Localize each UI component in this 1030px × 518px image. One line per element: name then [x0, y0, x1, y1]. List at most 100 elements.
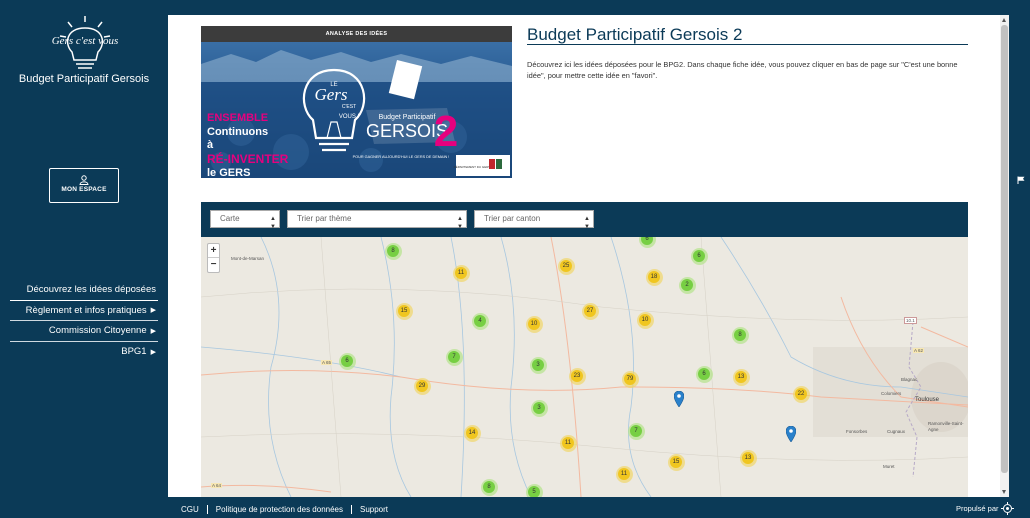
hero-line5: le GERS	[207, 167, 250, 178]
map-cluster-marker[interactable]: 6	[338, 352, 356, 370]
map-cluster-count: 11	[618, 468, 630, 480]
map-cluster-marker[interactable]: 5	[525, 483, 543, 497]
map-label-road: 10.1	[904, 317, 917, 324]
footer-links: CGU Politique de protection des données …	[168, 501, 396, 518]
map-cluster-marker[interactable]: 11	[559, 434, 577, 452]
map-cluster-marker[interactable]: 8	[480, 478, 498, 496]
scrollbar-thumb[interactable]	[1001, 25, 1008, 473]
ideas-map[interactable]: Mont-de-Marsan Toulouse Blagnac Colomier…	[201, 237, 968, 497]
map-cluster-marker[interactable]: 13	[732, 368, 750, 386]
sidebar-nav: Découvrez les idées déposées Règlement e…	[10, 280, 158, 362]
title-divider	[527, 44, 968, 45]
map-cluster-marker[interactable]: 15	[395, 302, 413, 320]
map-cluster-marker[interactable]: 25	[557, 257, 575, 275]
hero-line3: à	[207, 139, 214, 151]
nav-item-bpg1[interactable]: BPG1 ▶	[10, 342, 158, 363]
map-cluster-marker[interactable]: 27	[581, 302, 599, 320]
zoom-control: + −	[207, 243, 220, 273]
nav-item-rules[interactable]: Règlement et infos pratiques ▶	[10, 301, 158, 321]
map-label-blagnac: Blagnac	[901, 377, 918, 382]
map-cluster-count: 8	[387, 245, 399, 257]
page-title: Budget Participatif Gersois 2	[527, 25, 743, 44]
map-cluster-count: 13	[742, 452, 754, 464]
map-cluster-marker[interactable]: 7	[627, 422, 645, 440]
map-cluster-marker[interactable]: 10	[525, 315, 543, 333]
hero-top-label: ANALYSE DES IDÉES	[201, 26, 512, 42]
map-cluster-count: 14	[466, 427, 478, 439]
map-cluster-marker[interactable]: 29	[413, 377, 431, 395]
map-cluster-marker[interactable]: 6	[638, 237, 656, 248]
map-cluster-count: 15	[670, 456, 682, 468]
map-cluster-marker[interactable]: 11	[452, 264, 470, 282]
dropdown-arrow-icon: ▲ ▼	[457, 216, 463, 230]
map-pin-icon[interactable]	[674, 391, 684, 407]
map-cluster-marker[interactable]: 7	[445, 348, 463, 366]
nav-item-commission[interactable]: Commission Citoyenne ▶	[10, 321, 158, 342]
map-cluster-marker[interactable]: 6	[695, 365, 713, 383]
map-cluster-marker[interactable]: 3	[530, 399, 548, 417]
map-cluster-marker[interactable]: 14	[463, 424, 481, 442]
map-cluster-marker[interactable]: 18	[645, 268, 663, 286]
map-cluster-marker[interactable]: 8	[384, 242, 402, 260]
map-cluster-count: 11	[455, 267, 467, 279]
caret-right-icon: ▶	[150, 307, 156, 315]
map-pin-icon[interactable]	[786, 426, 796, 442]
hero-bp-num: 2	[434, 107, 458, 156]
canton-select[interactable]: Trier par canton ▲ ▼	[474, 210, 594, 230]
scroll-down-icon[interactable]	[1002, 490, 1006, 494]
map-cluster-count: 18	[648, 271, 660, 283]
map-cluster-count: 22	[795, 388, 807, 400]
logo-text: Gers c'est vous	[52, 35, 119, 47]
footer-link-privacy[interactable]: Politique de protection des données	[206, 505, 351, 514]
map-cluster-marker[interactable]: 3	[529, 356, 547, 374]
filter-toolbar: Carte ▲ ▼ Trier par thème ▲ ▼ Trier par ca…	[201, 202, 968, 237]
map-cluster-count: 29	[416, 380, 428, 392]
footer-link-support[interactable]: Support	[350, 505, 396, 514]
map-cluster-count: 15	[398, 305, 410, 317]
map-base-layer	[201, 237, 968, 497]
map-cluster-marker[interactable]: 22	[792, 385, 810, 403]
map-cluster-count: 25	[560, 260, 572, 272]
map-cluster-count: 6	[641, 237, 653, 245]
map-cluster-marker[interactable]: 4	[471, 312, 489, 330]
map-cluster-marker[interactable]: 6	[690, 247, 708, 265]
map-cluster-count: 3	[533, 402, 545, 414]
page-scrollbar[interactable]	[1000, 15, 1009, 497]
footer-link-cgu[interactable]: CGU	[168, 505, 207, 514]
nav-item-label: Règlement et infos pratiques	[25, 304, 147, 316]
logo-bulb-icon[interactable]: Gers c'est vous	[50, 14, 120, 76]
hero-dept-label: DÉPARTEMENT DU GERS	[454, 164, 491, 169]
my-space-button[interactable]: MON ESPACE	[49, 168, 119, 203]
map-cluster-marker[interactable]: 15	[667, 453, 685, 471]
theme-select[interactable]: Trier par thème ▲ ▼	[287, 210, 467, 230]
map-cluster-count: 4	[474, 315, 486, 327]
my-space-label: MON ESPACE	[61, 186, 107, 193]
map-cluster-marker[interactable]: 10	[636, 311, 654, 329]
map-cluster-marker[interactable]: 79	[621, 370, 639, 388]
zoom-out-button[interactable]: −	[208, 258, 219, 272]
scroll-up-icon[interactable]	[1002, 18, 1006, 22]
nav-item-label: BPG1	[121, 346, 147, 358]
hero-bulb-gers: Gers	[314, 85, 347, 104]
map-label-a65: A 65	[321, 360, 333, 365]
map-cluster-count: 7	[448, 351, 460, 363]
theme-select-value: Trier par thème	[297, 214, 352, 223]
nav-item-ideas[interactable]: Découvrez les idées déposées	[10, 280, 158, 301]
canton-select-value: Trier par canton	[484, 214, 541, 223]
map-cluster-marker[interactable]: 23	[568, 367, 586, 385]
flag-icon[interactable]	[1017, 176, 1025, 184]
nav-item-label: Commission Citoyenne	[48, 325, 147, 337]
hero-line1: ENSEMBLE	[207, 112, 268, 124]
map-cluster-marker[interactable]: 11	[615, 465, 633, 483]
map-label-cugnaux: Cugnaux	[887, 429, 906, 434]
powered-by[interactable]: Propulsé par	[956, 502, 1014, 515]
map-cluster-marker[interactable]: 13	[739, 449, 757, 467]
hero-bulb-cest: C'EST	[342, 104, 356, 110]
map-cluster-marker[interactable]: 2	[678, 276, 696, 294]
map-cluster-marker[interactable]: 8	[731, 326, 749, 344]
map-label-a64: A 64	[211, 483, 223, 488]
site-title[interactable]: Budget Participatif Gersois	[0, 73, 168, 85]
platform-logo-icon	[1000, 502, 1014, 515]
zoom-in-button[interactable]: +	[208, 244, 219, 258]
view-select[interactable]: Carte ▲ ▼	[210, 210, 280, 230]
